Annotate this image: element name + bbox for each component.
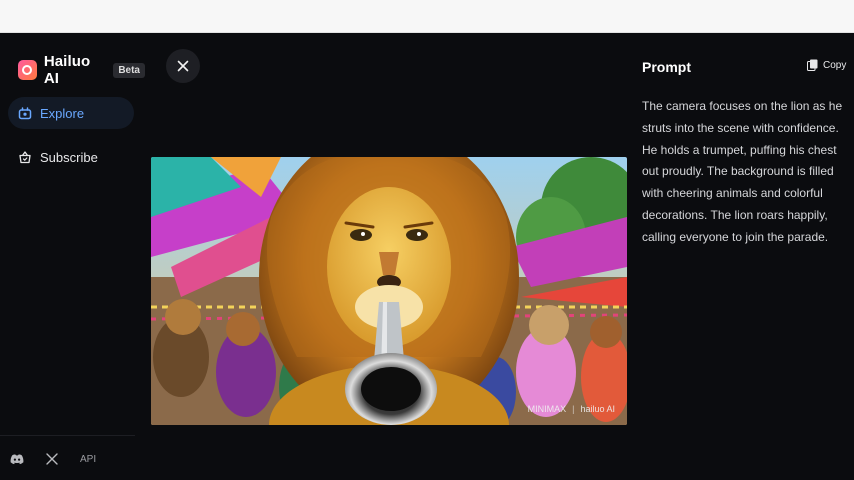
minimax-watermark: MINIMAX bbox=[527, 404, 567, 414]
sidebar-divider bbox=[0, 435, 135, 436]
browser-top-bar bbox=[0, 0, 854, 33]
video-player[interactable]: MINIMAX | hailuo AI bbox=[151, 157, 627, 425]
copy-button[interactable]: Copy bbox=[807, 59, 846, 71]
copy-icon bbox=[807, 59, 818, 71]
app-logo[interactable]: Hailuo AI Beta bbox=[18, 53, 145, 87]
beta-badge: Beta bbox=[113, 62, 145, 78]
sidebar-item-label: Explore bbox=[40, 105, 85, 121]
hailuo-watermark: hailuo AI bbox=[580, 404, 615, 414]
app-name: Hailuo AI bbox=[43, 53, 91, 87]
watermark-separator: | bbox=[572, 404, 575, 414]
discord-icon[interactable] bbox=[10, 452, 24, 466]
hailuo-logo-icon bbox=[18, 60, 37, 80]
video-frame-lion-trumpet bbox=[151, 157, 627, 425]
api-link[interactable]: API bbox=[80, 454, 96, 465]
sidebar-item-label: Subscribe bbox=[40, 149, 98, 165]
prompt-text: The camera focuses on the lion as he str… bbox=[642, 99, 843, 244]
sidebar-footer: API bbox=[10, 452, 96, 466]
close-button[interactable] bbox=[166, 49, 200, 83]
video-watermark: MINIMAX | hailuo AI bbox=[528, 404, 615, 414]
explore-icon bbox=[18, 106, 32, 120]
subscribe-icon bbox=[18, 150, 32, 164]
prompt-title: Prompt bbox=[642, 59, 691, 75]
x-icon[interactable] bbox=[45, 452, 59, 466]
sidebar-item-explore[interactable]: Explore bbox=[8, 97, 134, 129]
sidebar-item-subscribe[interactable]: Subscribe bbox=[8, 141, 134, 173]
sidebar: Hailuo AI Beta Explore Subscribe API bbox=[0, 33, 145, 480]
copy-label: Copy bbox=[823, 59, 847, 71]
close-icon bbox=[177, 60, 189, 72]
